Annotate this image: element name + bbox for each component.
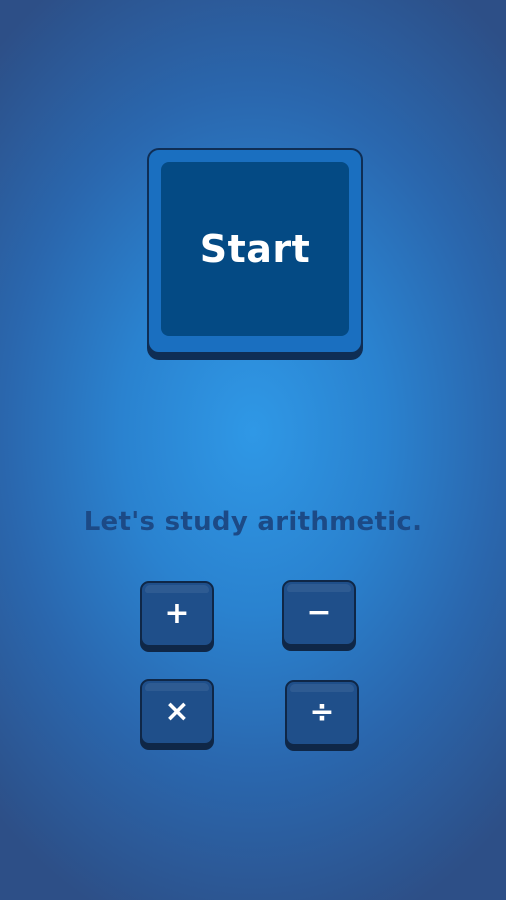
plus-icon: + [164,596,190,631]
game-screen: Start Let's study arithmetic. + − × ÷ [0,0,506,900]
minus-icon: − [306,595,332,630]
multiplication-button[interactable]: × [140,679,214,745]
start-button-face: Start [161,162,349,336]
subtraction-button[interactable]: − [282,580,356,646]
division-button[interactable]: ÷ [285,680,359,746]
tagline: Let's study arithmetic. [83,507,423,537]
times-icon: × [164,694,190,729]
addition-button[interactable]: + [140,581,214,647]
start-button[interactable]: Start [147,148,363,354]
start-button-label: Start [199,227,311,271]
divide-icon: ÷ [309,695,335,730]
